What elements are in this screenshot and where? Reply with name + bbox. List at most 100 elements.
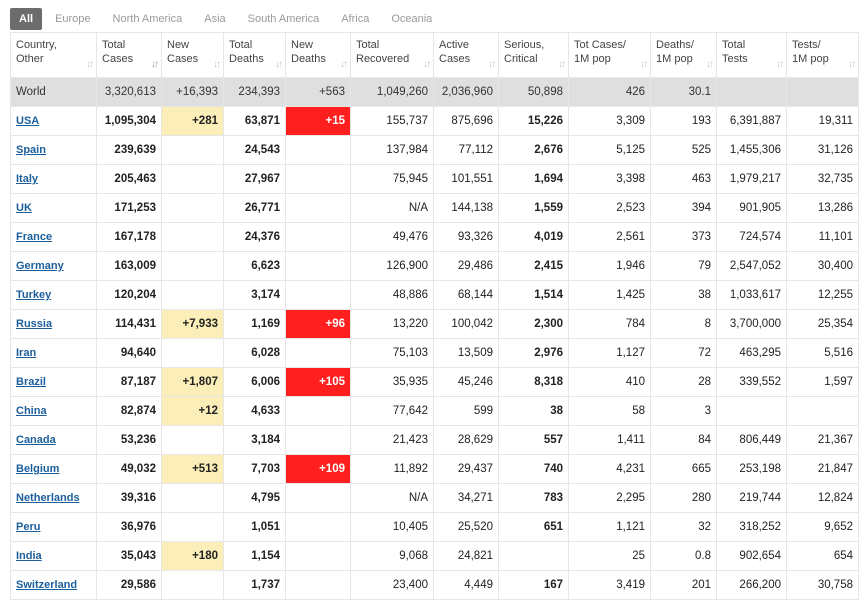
sort-arrows-icon[interactable]: ↓↑ xyxy=(423,58,431,72)
country-row: Netherlands 39,316 4,795 N/A 34,271 783 2,295 2… xyxy=(10,483,859,513)
sort-arrows-icon[interactable]: ↓↑ xyxy=(340,58,348,72)
sort-arrows-icon[interactable]: ↓↑ xyxy=(558,58,566,72)
cell-country-other: Iran xyxy=(10,338,97,368)
cell-new-cases xyxy=(161,338,224,368)
column-header-line1: New xyxy=(167,39,190,51)
tab-south-america[interactable]: South America xyxy=(239,8,329,30)
column-header-total-recovered[interactable]: Total Recovered ↓↑ xyxy=(350,32,434,78)
country-link[interactable]: UK xyxy=(16,202,32,214)
sort-arrows-icon[interactable]: ↓↑ xyxy=(706,58,714,72)
column-header-total-cases[interactable]: Total Cases ↓↑ xyxy=(96,32,162,78)
column-header-deaths-1m-pop[interactable]: Deaths/1M pop ↓↑ xyxy=(650,32,717,78)
column-header-total-tests[interactable]: Total Tests ↓↑ xyxy=(716,32,787,78)
country-link[interactable]: Italy xyxy=(16,173,38,185)
sort-arrows-icon[interactable]: ↓↑ xyxy=(848,58,856,72)
country-row: Iran 94,640 6,028 75,103 13,509 2,976 1,127 72 4… xyxy=(10,338,859,368)
column-header-line2: Recovered xyxy=(356,53,410,65)
cell-total-recovered: 23,400 xyxy=(350,570,434,600)
column-header-country-other[interactable]: Country, Other ↓↑ xyxy=(10,32,97,78)
cell-new-cases xyxy=(161,280,224,310)
country-row: Russia 114,431 +7,933 1,169 +96 13,220 100,042… xyxy=(10,309,859,339)
cell-country-other: France xyxy=(10,222,97,252)
cell-serious-critical: 557 xyxy=(498,425,569,455)
tab-north-america[interactable]: North America xyxy=(104,8,192,30)
column-header-new-cases[interactable]: New Cases ↓↑ xyxy=(161,32,224,78)
column-header-line1: Tot Cases/ xyxy=(574,39,626,51)
tab-europe[interactable]: Europe xyxy=(46,8,99,30)
country-link[interactable]: France xyxy=(16,231,52,243)
country-link[interactable]: India xyxy=(16,550,42,562)
sort-arrows-icon[interactable]: ↓↑ xyxy=(776,58,784,72)
country-link[interactable]: Russia xyxy=(16,318,52,330)
country-link[interactable]: Brazil xyxy=(16,376,46,388)
column-header-serious-critical[interactable]: Serious, Critical ↓↑ xyxy=(498,32,569,78)
cell-serious-critical: 50,898 xyxy=(498,77,569,107)
cell-new-deaths xyxy=(285,135,351,165)
cell-total-deaths: 4,633 xyxy=(223,396,286,426)
cell-total-tests: 1,455,306 xyxy=(716,135,787,165)
sort-arrows-icon[interactable]: ↓↑ xyxy=(275,58,283,72)
cell-total-deaths: 1,169 xyxy=(223,309,286,339)
cell-new-deaths xyxy=(285,193,351,223)
sort-arrows-icon[interactable]: ↓↑ xyxy=(640,58,648,72)
cell-tot-cases-1m-pop: 2,561 xyxy=(568,222,651,252)
sort-arrows-icon[interactable]: ↓↑ xyxy=(488,58,496,72)
cell-new-deaths xyxy=(285,570,351,600)
cell-tests-1m-pop: 32,735 xyxy=(786,164,859,194)
cell-deaths-1m-pop: 0.8 xyxy=(650,541,717,571)
world-total-row: World 3,320,613 +16,393 234,393 +563 1,049,26… xyxy=(10,77,859,107)
country-link[interactable]: Turkey xyxy=(16,289,51,301)
cell-total-recovered: 1,049,260 xyxy=(350,77,434,107)
sort-arrows-icon[interactable]: ↓↑ xyxy=(86,58,94,72)
cell-country-other: Italy xyxy=(10,164,97,194)
cell-new-cases: +16,393 xyxy=(161,77,224,107)
country-link[interactable]: USA xyxy=(16,115,39,127)
country-link[interactable]: Belgium xyxy=(16,463,59,475)
sort-arrows-icon[interactable]: ↓↑ xyxy=(213,58,221,72)
country-link[interactable]: Canada xyxy=(16,434,56,446)
country-link[interactable]: Germany xyxy=(16,260,64,272)
country-link[interactable]: Netherlands xyxy=(16,492,80,504)
column-header-total-deaths[interactable]: Total Deaths ↓↑ xyxy=(223,32,286,78)
country-link[interactable]: Iran xyxy=(16,347,36,359)
covid-table-container: Country, Other ↓↑ Total Cases ↓↑ New Cases ↓↑ Tot… xyxy=(10,32,859,600)
column-header-new-deaths[interactable]: New Deaths ↓↑ xyxy=(285,32,351,78)
country-link[interactable]: Peru xyxy=(16,521,40,533)
cell-new-deaths xyxy=(285,512,351,542)
cell-serious-critical: 651 xyxy=(498,512,569,542)
cell-country-other: Spain xyxy=(10,135,97,165)
cell-tests-1m-pop: 21,847 xyxy=(786,454,859,484)
cell-deaths-1m-pop: 79 xyxy=(650,251,717,281)
cell-new-cases: +7,933 xyxy=(161,309,224,339)
cell-total-deaths: 7,703 xyxy=(223,454,286,484)
column-header-active-cases[interactable]: Active Cases ↓↑ xyxy=(433,32,499,78)
tab-asia[interactable]: Asia xyxy=(195,8,234,30)
cell-total-deaths: 3,174 xyxy=(223,280,286,310)
cell-country-other: India xyxy=(10,541,97,571)
cell-total-cases: 82,874 xyxy=(96,396,162,426)
cell-new-deaths xyxy=(285,164,351,194)
column-header-tot-cases-1m-pop[interactable]: Tot Cases/1M pop ↓↑ xyxy=(568,32,651,78)
cell-tot-cases-1m-pop: 3,419 xyxy=(568,570,651,600)
cell-active-cases: 29,486 xyxy=(433,251,499,281)
cell-active-cases: 29,437 xyxy=(433,454,499,484)
column-header-line1: Serious, xyxy=(504,39,545,51)
cell-country-other: UK xyxy=(10,193,97,223)
cell-active-cases: 2,036,960 xyxy=(433,77,499,107)
cell-active-cases: 24,821 xyxy=(433,541,499,571)
tab-oceania[interactable]: Oceania xyxy=(382,8,441,30)
country-link[interactable]: Spain xyxy=(16,144,46,156)
cell-deaths-1m-pop: 463 xyxy=(650,164,717,194)
column-header-tests-1m-pop[interactable]: Tests/1M pop ↓↑ xyxy=(786,32,859,78)
country-link[interactable]: China xyxy=(16,405,47,417)
cell-new-cases xyxy=(161,570,224,600)
covid-stats-table: Country, Other ↓↑ Total Cases ↓↑ New Cases ↓↑ Tot… xyxy=(10,32,859,600)
cell-deaths-1m-pop: 525 xyxy=(650,135,717,165)
sort-arrows-icon[interactable]: ↓↑ xyxy=(151,58,159,72)
country-link[interactable]: Switzerland xyxy=(16,579,77,591)
cell-total-deaths: 3,184 xyxy=(223,425,286,455)
tab-all[interactable]: All xyxy=(10,8,43,30)
country-row: Canada 53,236 3,184 21,423 28,629 557 1,411 84 8… xyxy=(10,425,859,455)
cell-country-other: Turkey xyxy=(10,280,97,310)
tab-africa[interactable]: Africa xyxy=(332,8,378,30)
